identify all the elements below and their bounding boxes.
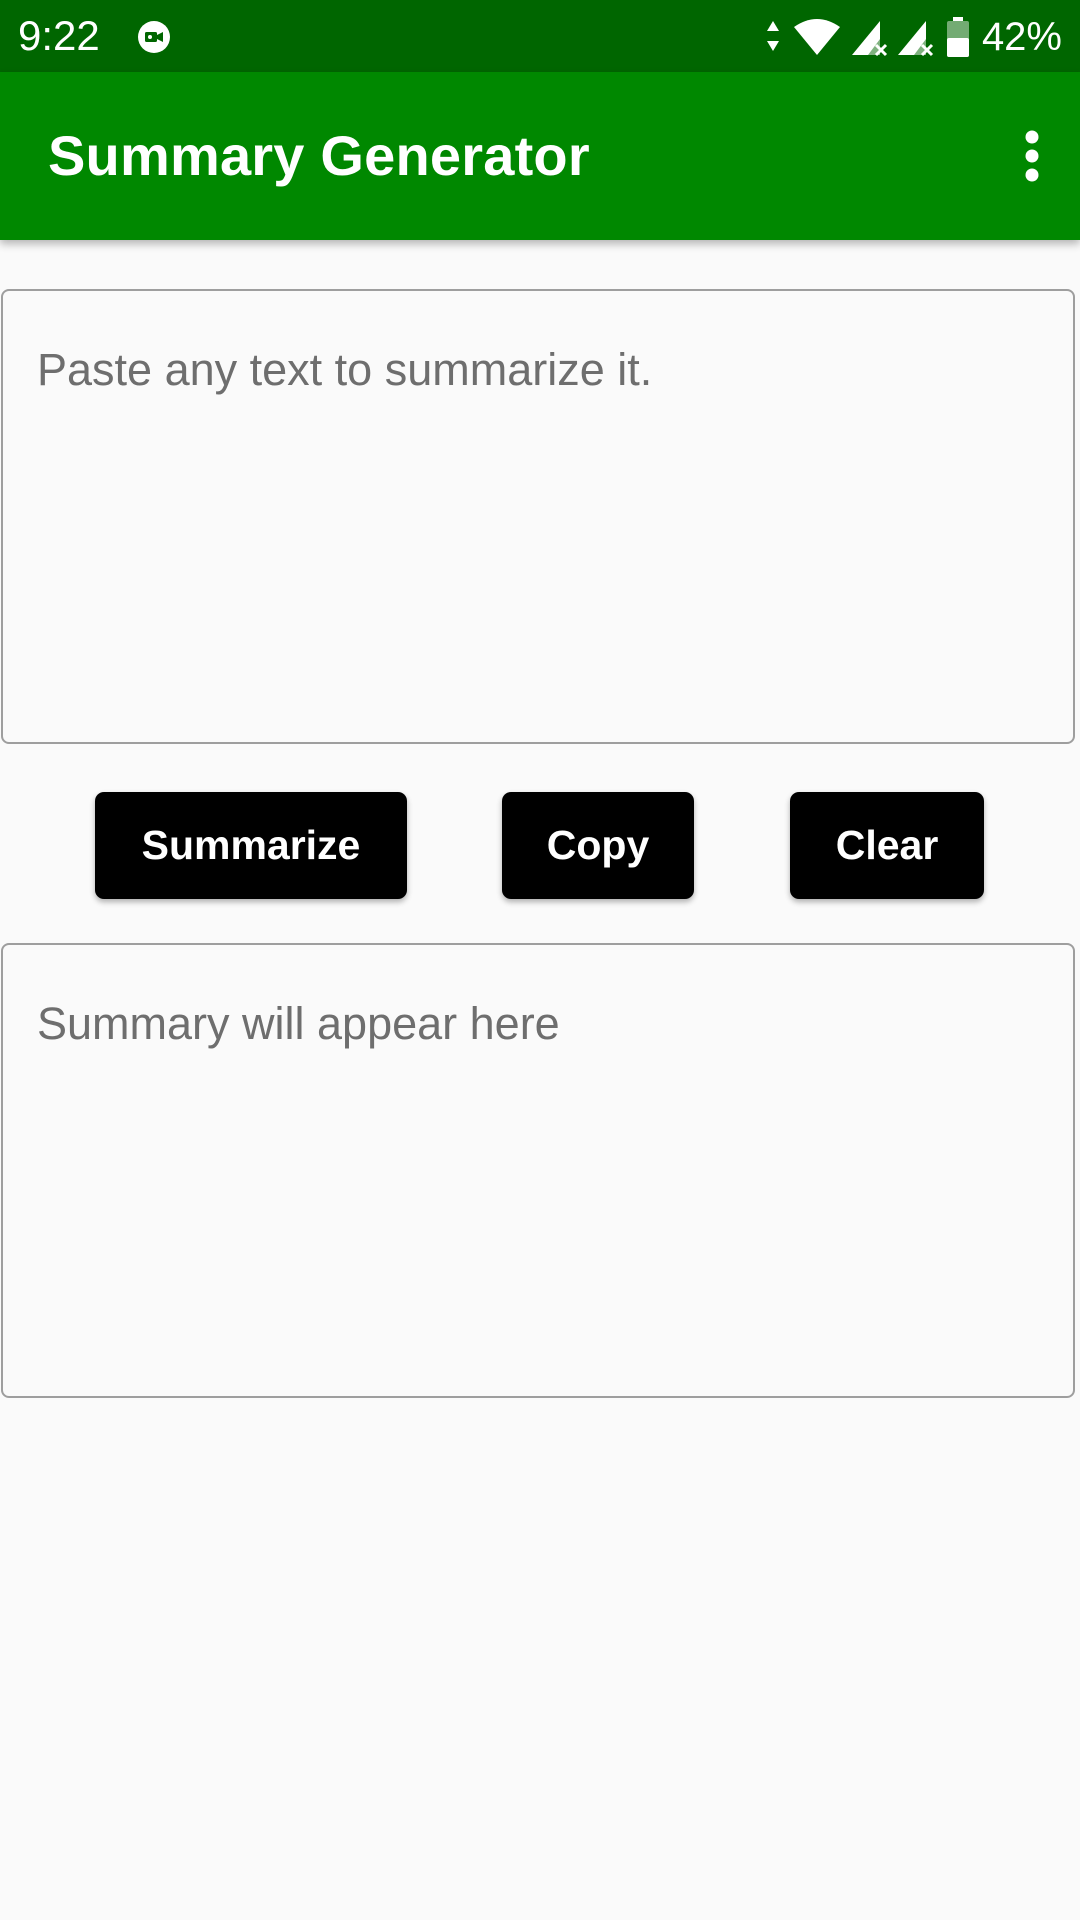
app-title: Summary Generator [48,124,590,187]
data-arrows-icon [766,21,779,51]
signal-no-sim-icon [897,21,933,57]
input-placeholder: Paste any text to summarize it. [37,344,653,395]
status-bar: 9:22 42% [0,0,1080,72]
battery-percent: 42% [981,15,1062,59]
signal-no-sim-icon [851,21,887,57]
clear-button[interactable]: Clear [790,792,984,899]
video-call-notification-icon [138,21,170,53]
battery-icon [946,17,969,57]
summarize-button[interactable]: Summarize [95,792,407,899]
copy-button[interactable]: Copy [502,792,694,899]
status-icons: 42% [764,12,1062,62]
wifi-icon [793,19,840,55]
app-bar: Summary Generator [0,72,1080,240]
overflow-menu-icon [1025,130,1039,182]
summary-output-field[interactable]: Summary will appear here [1,943,1075,1398]
overflow-menu-button[interactable] [1004,116,1060,196]
input-text-field[interactable]: Paste any text to summarize it. [1,289,1075,744]
status-time: 9:22 [18,12,100,59]
output-placeholder: Summary will appear here [37,998,560,1049]
